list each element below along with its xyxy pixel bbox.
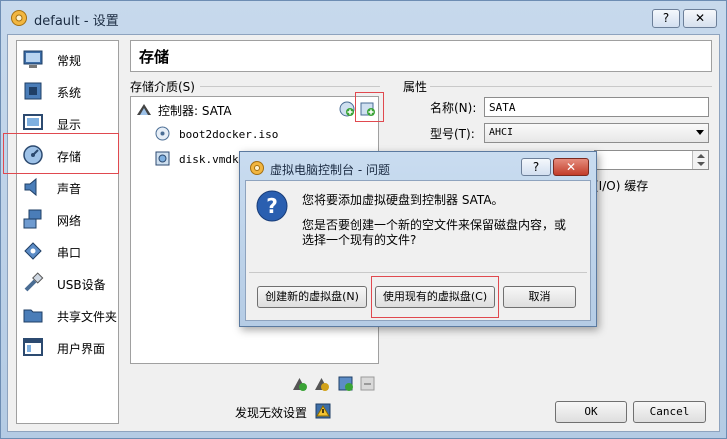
controller-name-input[interactable]: SATA bbox=[484, 97, 709, 117]
sidebar-item-label: 串口 bbox=[57, 246, 82, 260]
monitor-icon bbox=[23, 50, 43, 68]
tree-item-vmdk[interactable]: disk.vmdk bbox=[179, 153, 239, 166]
tree-controller-sata[interactable]: 控制器: SATA bbox=[158, 102, 232, 119]
storage-media-label: 存储介质(S) bbox=[130, 80, 195, 94]
sidebar-item-label: 网络 bbox=[57, 214, 82, 228]
help-button[interactable]: ? bbox=[652, 9, 680, 28]
create-new-disk-button[interactable]: 创建新的虚拟盘(N) bbox=[257, 286, 367, 308]
sidebar-item-serial[interactable]: 串口 bbox=[17, 235, 118, 267]
cancel-button[interactable]: Cancel bbox=[633, 401, 706, 423]
add-disk-highlight-box bbox=[355, 92, 384, 122]
dialog-cancel-button[interactable]: 取消 bbox=[503, 286, 576, 308]
virtualbox-gear-icon bbox=[250, 161, 264, 175]
sidebar-item-user-interface[interactable]: 用户界面 bbox=[17, 331, 118, 363]
folder-icon bbox=[23, 309, 43, 323]
optical-disc-icon bbox=[155, 126, 170, 141]
storage-highlight-box bbox=[3, 133, 119, 174]
add-attachment-icon[interactable] bbox=[337, 375, 354, 392]
chip-icon bbox=[24, 82, 42, 100]
sidebar-item-shared-folders[interactable]: 共享文件夹 bbox=[17, 299, 118, 331]
page-title: 存储 bbox=[139, 48, 170, 66]
sidebar-item-system[interactable]: 系统 bbox=[17, 75, 118, 107]
sidebar-item-general[interactable]: 常规 bbox=[17, 43, 118, 75]
chevron-down-icon[interactable] bbox=[696, 130, 704, 135]
serial-port-icon bbox=[24, 242, 42, 260]
dialog-help-button[interactable]: ? bbox=[521, 158, 551, 176]
type-label: 型号(T): bbox=[430, 127, 475, 141]
window-ui-icon bbox=[23, 338, 43, 356]
window-title: default - 设置 bbox=[34, 14, 119, 29]
sidebar-item-label: 常规 bbox=[57, 54, 82, 68]
question-icon: ? bbox=[256, 190, 288, 222]
close-button[interactable]: ✕ bbox=[683, 9, 717, 28]
sidebar-item-label: USB设备 bbox=[57, 278, 106, 292]
io-cache-label: (I/O) 缓存 bbox=[594, 179, 649, 193]
remove-controller-icon[interactable] bbox=[313, 375, 330, 392]
virtualbox-gear-icon bbox=[11, 10, 27, 26]
settings-sidebar: 常规 系统 显示 存储 声音 网络 串口 USB设备 共享文件夹 用户界面 bbox=[16, 40, 119, 424]
dialog-message-line: 您将要添加虚拟硬盘到控制器 SATA。 bbox=[302, 193, 504, 207]
sidebar-item-label: 共享文件夹 bbox=[57, 310, 118, 324]
dialog-close-button[interactable]: ✕ bbox=[553, 158, 589, 176]
dialog-title: 虚拟电脑控制台 - 问题 bbox=[270, 163, 390, 177]
warning-icon[interactable] bbox=[315, 403, 331, 419]
remove-attachment-icon[interactable] bbox=[359, 375, 376, 392]
sidebar-item-label: 声音 bbox=[57, 182, 82, 196]
add-controller-icon[interactable] bbox=[291, 375, 308, 392]
tree-item-iso[interactable]: boot2docker.iso bbox=[179, 128, 278, 141]
usb-icon bbox=[24, 272, 44, 292]
divider bbox=[430, 86, 712, 87]
display-icon bbox=[23, 114, 43, 130]
invalid-settings-label: 发现无效设置 bbox=[235, 406, 308, 420]
divider bbox=[200, 86, 380, 87]
ok-button[interactable]: OK bbox=[555, 401, 627, 423]
page-title-panel bbox=[130, 40, 712, 72]
attributes-label: 属性 bbox=[403, 80, 428, 94]
sidebar-item-label: 用户界面 bbox=[57, 342, 106, 356]
sidebar-item-audio[interactable]: 声音 bbox=[17, 171, 118, 203]
sidebar-item-usb[interactable]: USB设备 bbox=[17, 267, 118, 299]
spinner-arrows-icon[interactable] bbox=[692, 151, 708, 169]
window-titlebar[interactable]: default - 设置 ? ✕ bbox=[0, 0, 727, 36]
name-label: 名称(N): bbox=[430, 101, 477, 115]
svg-text:?: ? bbox=[266, 194, 278, 218]
add-optical-drive-icon[interactable] bbox=[339, 101, 355, 117]
use-existing-highlight-box bbox=[371, 276, 499, 318]
sidebar-item-label: 系统 bbox=[57, 86, 82, 100]
controller-type-select[interactable]: AHCI bbox=[484, 123, 709, 143]
network-icon bbox=[23, 209, 42, 229]
hard-disk-icon bbox=[155, 151, 170, 166]
sidebar-item-label: 显示 bbox=[57, 118, 82, 132]
speaker-icon bbox=[24, 177, 37, 197]
sidebar-item-network[interactable]: 网络 bbox=[17, 203, 118, 235]
dialog-message-line: 选择一个现有的文件? bbox=[302, 233, 417, 247]
divider bbox=[249, 272, 587, 273]
controller-icon bbox=[137, 104, 151, 115]
